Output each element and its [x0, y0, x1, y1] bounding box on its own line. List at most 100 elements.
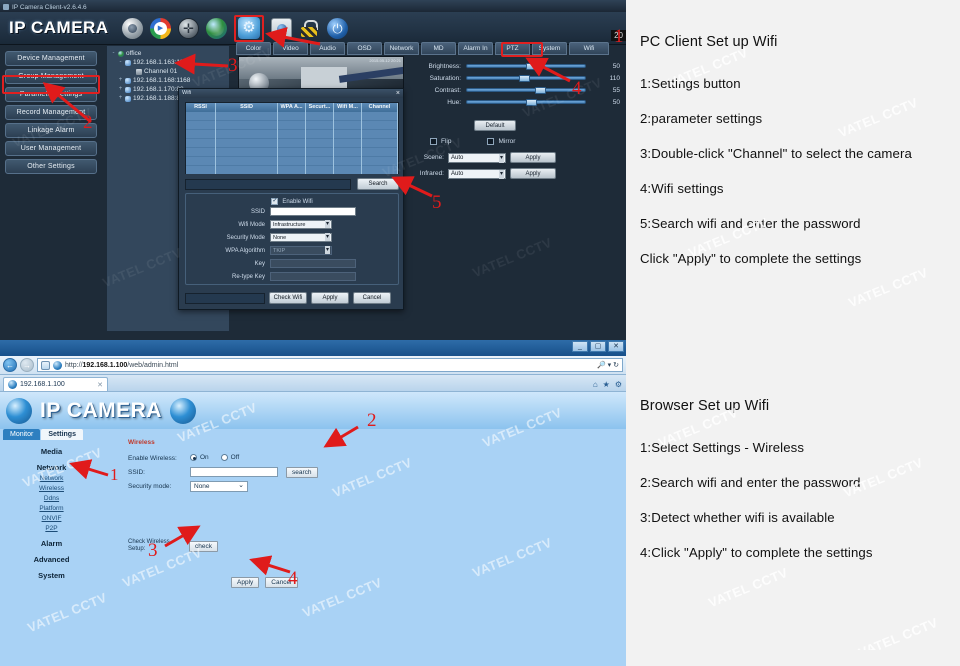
sidebar-item-group-management[interactable]: Group Management — [5, 69, 97, 84]
security-mode-select[interactable]: None — [270, 233, 332, 243]
wifi-apply-button[interactable]: Apply — [311, 292, 349, 304]
expander-icon[interactable]: + — [118, 94, 123, 103]
address-bar[interactable]: http://192.168.1.100/web/admin.html 🔎 ▾ … — [37, 358, 623, 372]
tab-md[interactable]: MD — [421, 42, 456, 55]
tools-gear-icon[interactable]: ⚙ — [615, 380, 622, 389]
settings-gear-button[interactable] — [234, 14, 264, 42]
tab-color[interactable]: Color — [236, 42, 271, 55]
expander-icon[interactable]: + — [118, 76, 123, 85]
tab-video[interactable]: Video — [273, 42, 308, 55]
scene-select[interactable]: Auto — [448, 152, 506, 163]
sidebar-group-alarm[interactable]: Alarm — [0, 539, 103, 548]
ssid-input[interactable] — [190, 467, 278, 477]
enable-wifi-checkbox[interactable]: Enable Wifi — [186, 194, 398, 205]
slider-track[interactable] — [466, 87, 586, 94]
tab-monitor[interactable]: Monitor — [3, 429, 41, 440]
radio-on[interactable]: On — [190, 454, 209, 462]
tab-network[interactable]: Network — [384, 42, 419, 55]
sidebar-item-ddns[interactable]: Ddns — [0, 495, 103, 502]
home-icon[interactable]: ⌂ — [593, 380, 598, 389]
sidebar-item-onvif[interactable]: ONVIF — [0, 515, 103, 522]
slider-knob[interactable] — [526, 99, 537, 106]
sidebar-item-device-management[interactable]: Device Management — [5, 51, 97, 66]
close-tab-icon[interactable]: ✕ — [97, 381, 103, 389]
sidebar-item-other-settings[interactable]: Other Settings — [5, 159, 97, 174]
slider-saturation[interactable]: Saturation: 110 — [414, 72, 626, 84]
sidebar-item-p2p[interactable]: P2P — [0, 525, 103, 532]
wifi-table-body[interactable] — [186, 112, 398, 174]
ssid-search-button[interactable]: search — [286, 466, 318, 478]
tab-alarm-in[interactable]: Alarm In — [458, 42, 493, 55]
slider-knob[interactable] — [518, 75, 530, 82]
tab-ptz[interactable]: PTZ — [495, 42, 530, 55]
wifi-search-button[interactable]: Search — [357, 178, 399, 190]
slider-track[interactable] — [466, 75, 586, 82]
slider-knob[interactable] — [526, 63, 537, 70]
annotation-number-2-pc: 2 — [83, 112, 93, 133]
wifi-results-table[interactable]: RSSI SSID WPA A... Securt... Wifi M... C… — [185, 102, 399, 174]
mirror-checkbox[interactable]: Mirror — [487, 138, 515, 145]
browser-tab[interactable]: 192.168.1.100 ✕ — [3, 377, 108, 391]
slider-track[interactable] — [466, 63, 586, 70]
close-icon[interactable]: × — [396, 89, 400, 98]
infrared-apply-button[interactable]: Apply — [510, 168, 556, 179]
sidebar-group-advanced[interactable]: Advanced — [0, 555, 103, 564]
back-icon[interactable]: ← — [3, 358, 17, 372]
infrared-select[interactable]: Auto — [448, 168, 506, 179]
close-icon[interactable]: ✕ — [608, 341, 624, 352]
retype-key-input[interactable] — [270, 272, 356, 282]
expander-icon[interactable]: - — [111, 49, 116, 58]
ptz-wheel-icon[interactable] — [178, 17, 199, 39]
wifi-cancel-button[interactable]: Cancel — [353, 292, 391, 304]
search-refresh-icons[interactable]: 🔎 ▾ ↻ — [597, 361, 619, 369]
snapshot-icon[interactable] — [271, 17, 292, 39]
scene-apply-button[interactable]: Apply — [510, 152, 556, 163]
slider-contrast[interactable]: Contrast: 55 — [414, 84, 626, 96]
tree-item-device-1168[interactable]: + 192.168.1.168:1168 — [109, 76, 227, 85]
flip-checkbox[interactable]: Flip — [430, 138, 451, 145]
wifi-status-field[interactable] — [185, 178, 351, 190]
column-wpa: WPA A... — [278, 103, 306, 112]
expander-icon[interactable]: - — [118, 58, 123, 67]
camera-icon[interactable] — [122, 17, 143, 39]
minimize-icon[interactable]: _ — [572, 341, 588, 352]
slider-brightness[interactable]: Brightness: 50 — [414, 60, 626, 72]
expander-icon[interactable]: + — [118, 85, 123, 94]
compatibility-icon[interactable] — [41, 360, 50, 370]
tab-osd[interactable]: OSD — [347, 42, 382, 55]
check-wifi-button[interactable]: Check Wifi — [269, 292, 307, 304]
sidebar-item-platform[interactable]: Platform — [0, 505, 103, 512]
wpa-algorithm-select[interactable]: TKIP — [270, 246, 332, 256]
sidebar-item-user-management[interactable]: User Management — [5, 141, 97, 156]
check-button[interactable]: check — [189, 540, 218, 552]
tree-item-channel-01[interactable]: Channel 01 — [109, 67, 227, 76]
settings-tabbar: Color Video Audio OSD Network MD Alarm I… — [234, 42, 626, 55]
power-icon[interactable] — [327, 17, 348, 39]
sidebar-item-network[interactable]: Network — [0, 475, 103, 482]
slider-track[interactable] — [466, 99, 586, 106]
slider-knob[interactable] — [535, 87, 547, 94]
tree-item-office[interactable]: - office — [109, 49, 227, 58]
slider-hue[interactable]: Hue: 50 — [414, 96, 626, 108]
lock-icon[interactable] — [299, 18, 320, 39]
media-play-icon[interactable] — [150, 17, 171, 39]
security-mode-select[interactable]: None — [190, 480, 248, 492]
maximize-icon[interactable]: ▢ — [590, 341, 606, 352]
apply-button[interactable]: Apply — [231, 577, 260, 588]
wifi-mode-select[interactable]: Infrastructure — [270, 220, 332, 230]
tab-system[interactable]: System — [532, 42, 567, 55]
tab-audio[interactable]: Audio — [310, 42, 345, 55]
radio-off[interactable]: Off — [220, 454, 239, 462]
favorites-star-icon[interactable]: ★ — [603, 380, 610, 389]
sidebar-group-system[interactable]: System — [0, 571, 103, 580]
globe-icon[interactable] — [206, 17, 227, 39]
forward-icon[interactable]: → — [20, 358, 34, 372]
key-input[interactable] — [270, 259, 356, 269]
tab-wifi[interactable]: Wifi — [569, 42, 609, 55]
tree-item-device-1163[interactable]: - 192.168.1.163:1163 — [109, 58, 227, 67]
sidebar-item-parameter-settings[interactable]: Parameter settings — [5, 87, 97, 102]
tab-settings[interactable]: Settings — [41, 429, 83, 440]
sidebar-item-wireless[interactable]: Wireless — [0, 485, 103, 492]
default-button[interactable]: Default — [474, 120, 516, 131]
ssid-input[interactable] — [270, 207, 356, 217]
